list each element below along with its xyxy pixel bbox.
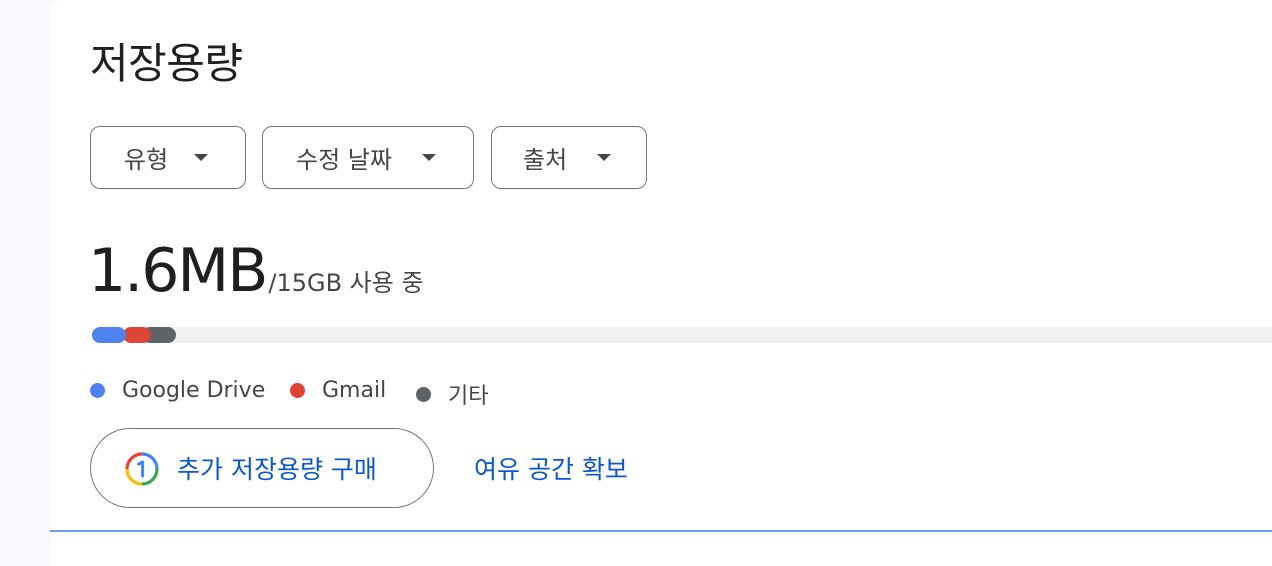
divider: [50, 530, 1272, 532]
legend-item-other: 기타: [416, 378, 488, 410]
filter-type-button[interactable]: 유형: [90, 126, 246, 189]
filter-modified-date-button[interactable]: 수정 날짜: [262, 126, 474, 189]
legend-label-google-drive: Google Drive: [122, 378, 266, 403]
storage-usage: 1.6MB /15GB 사용 중: [88, 236, 424, 306]
chevron-down-icon: [194, 154, 209, 161]
storage-segment-google-drive: [92, 327, 126, 343]
storage-total-text: /15GB 사용 중: [268, 269, 424, 297]
page-title: 저장용량: [90, 39, 243, 88]
legend-label-other: 기타: [448, 384, 489, 409]
legend-item-google-drive: Google Drive: [90, 378, 265, 403]
storage-segment-gmail: [123, 327, 151, 343]
legend-label-gmail: Gmail: [322, 378, 387, 403]
filter-modified-date-label: 수정 날짜: [296, 146, 392, 174]
free-up-space-link[interactable]: 여유 공간 확보: [474, 450, 628, 486]
filter-source-label: 출처: [523, 146, 568, 174]
legend-item-gmail: Gmail: [290, 378, 386, 403]
chevron-down-icon: [421, 154, 436, 161]
buy-storage-button[interactable]: 추가 저장용량 구매: [90, 428, 434, 508]
legend-dot-gmail: [290, 383, 305, 398]
filter-source-button[interactable]: 출처: [491, 126, 647, 189]
filter-type-label: 유형: [124, 146, 169, 174]
storage-panel: 저장용량 유형 수정 날짜 출처 1.6MB /15GB 사용 중 Google…: [50, 0, 1272, 566]
legend-dot-google-drive: [90, 383, 105, 398]
chevron-down-icon: [597, 154, 612, 161]
google-one-icon: [125, 452, 159, 486]
legend-dot-other: [416, 386, 431, 402]
storage-usage-bar: [92, 327, 1272, 343]
storage-used-value: 1.6MB: [88, 236, 268, 306]
buy-storage-label: 추가 저장용량 구매: [177, 455, 377, 484]
